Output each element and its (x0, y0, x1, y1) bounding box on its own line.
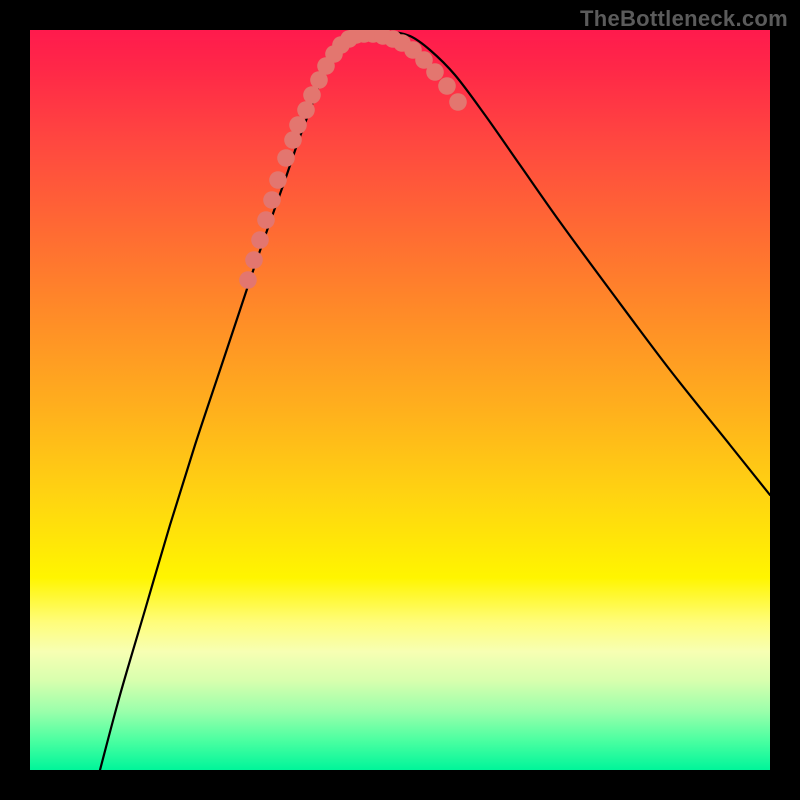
curve-marker (239, 271, 257, 289)
curve-marker (257, 211, 275, 229)
curve-svg (30, 30, 770, 770)
curve-marker (251, 231, 269, 249)
curve-marker (289, 116, 307, 134)
curve-marker (297, 101, 315, 119)
bottleneck-curve (100, 32, 770, 770)
chart-plot-area (30, 30, 770, 770)
curve-marker (426, 63, 444, 81)
curve-marker (303, 86, 321, 104)
curve-marker (277, 149, 295, 167)
curve-marker (284, 131, 302, 149)
curve-marker (245, 251, 263, 269)
curve-marker (438, 77, 456, 95)
curve-marker (269, 171, 287, 189)
curve-marker (449, 93, 467, 111)
curve-markers (239, 30, 467, 289)
curve-marker (263, 191, 281, 209)
attribution-text: TheBottleneck.com (580, 6, 788, 32)
